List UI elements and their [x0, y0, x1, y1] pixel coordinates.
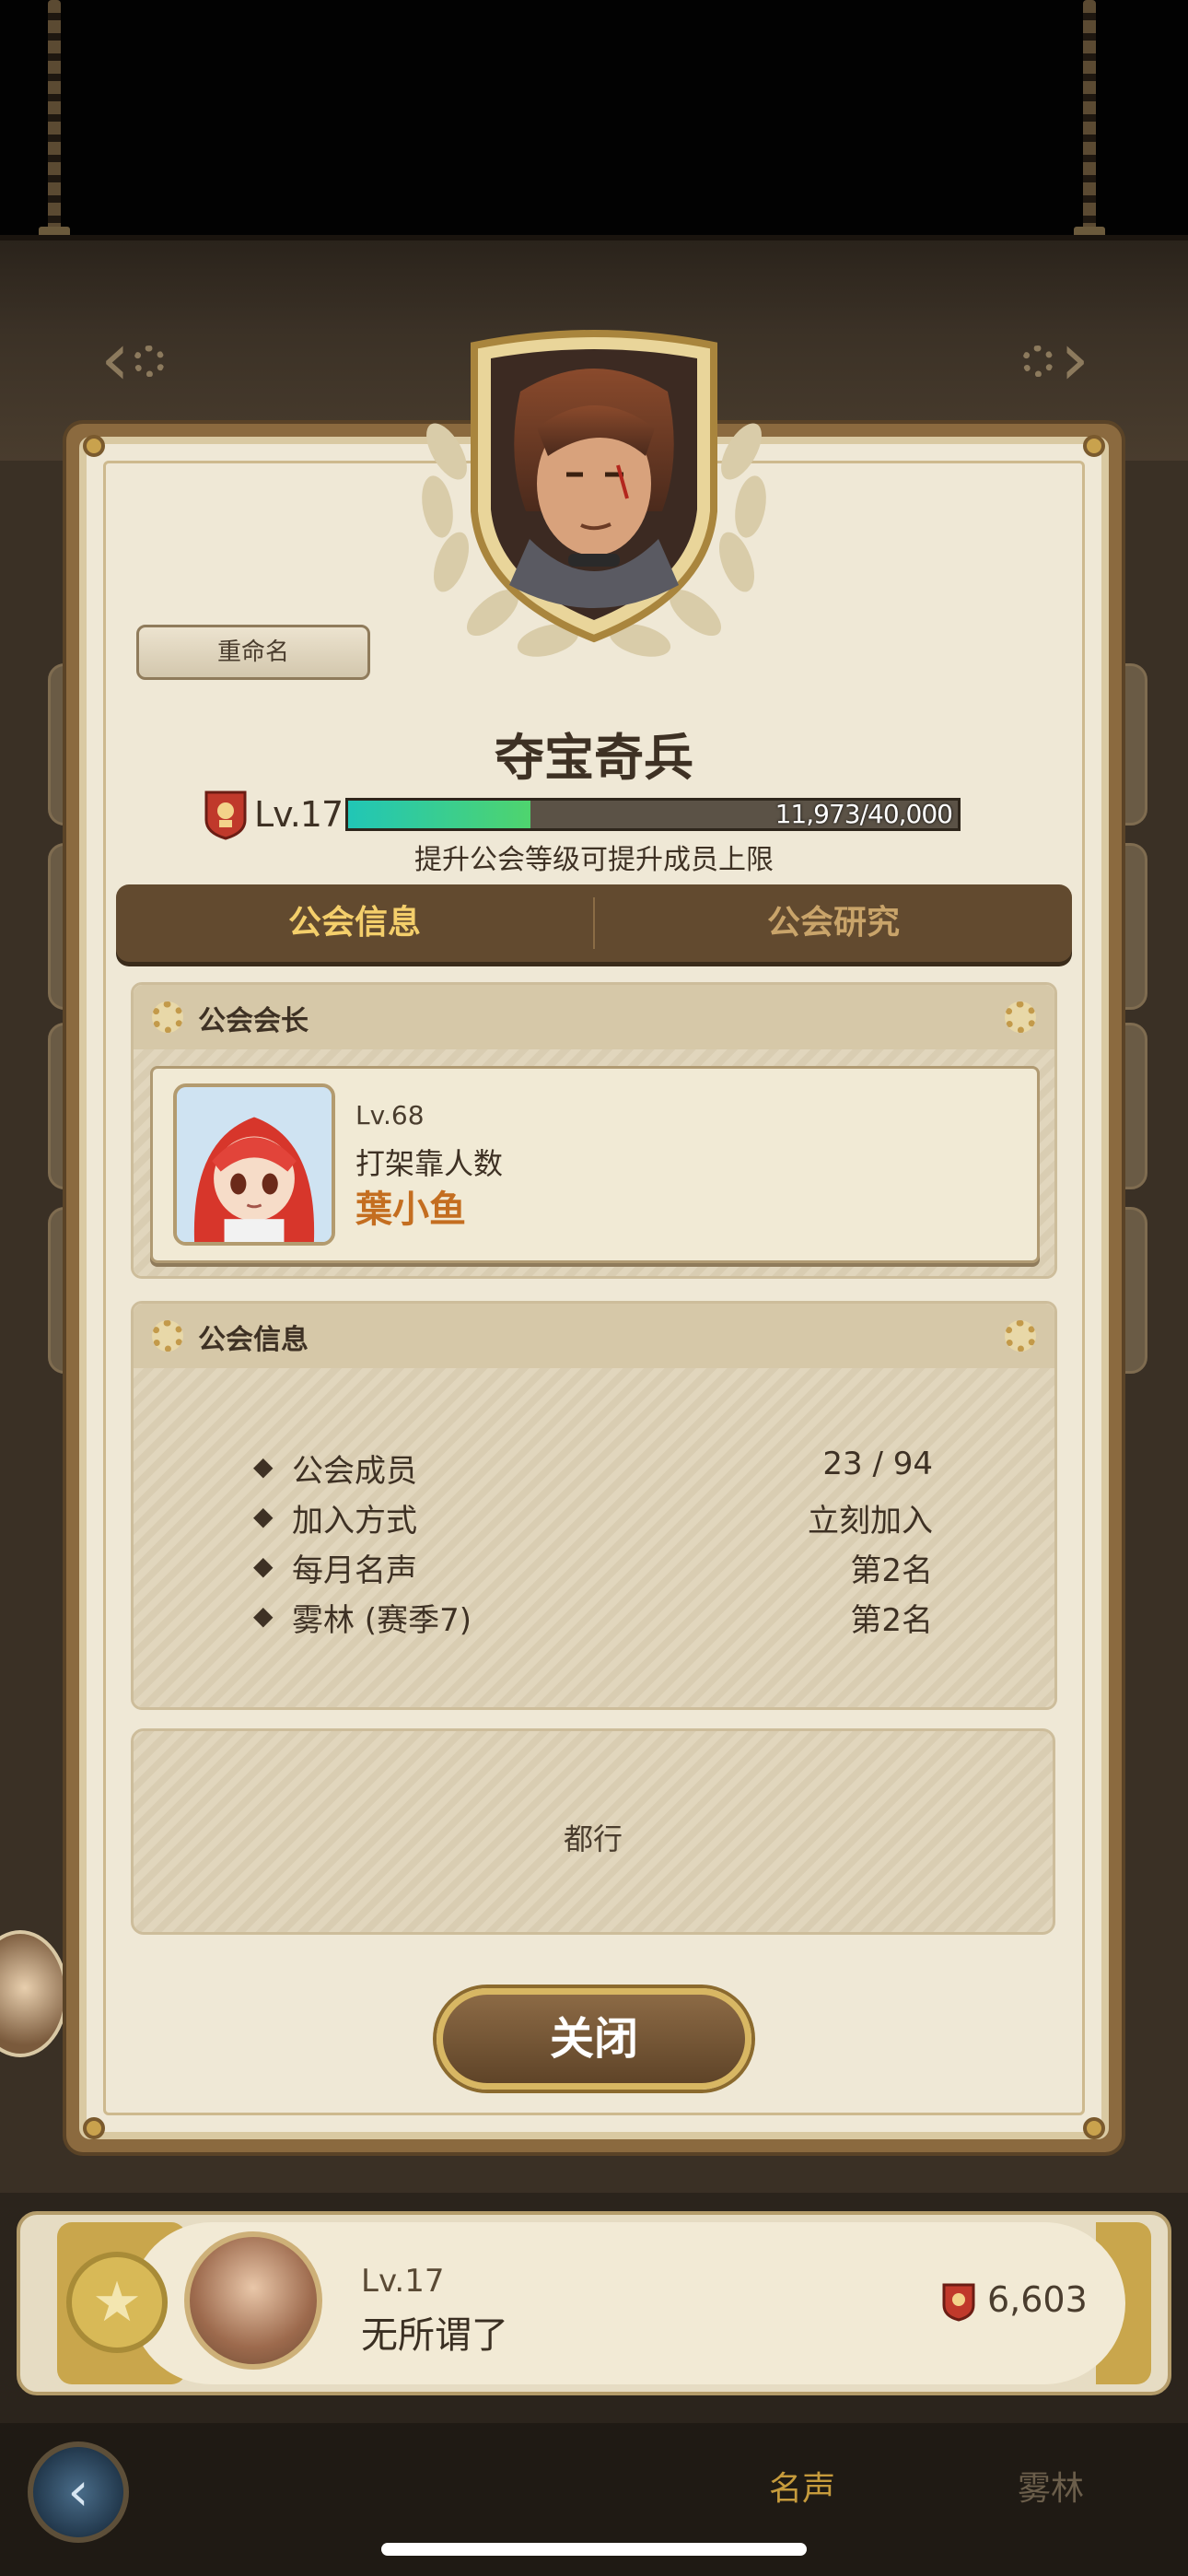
- avatar: [184, 2231, 322, 2370]
- corner-rivet: [83, 435, 105, 457]
- tab-fame[interactable]: 名声: [769, 2462, 835, 2510]
- guild-level-hint: 提升公会等级可提升成员上限: [414, 844, 774, 876]
- stat-row: ◆ 雾林 (赛季7) 第2名: [134, 1591, 1054, 1641]
- leader-name: 葉小鱼: [355, 1188, 466, 1231]
- leader-card[interactable]: Lv.68 打架靠人数 葉小鱼: [150, 1066, 1040, 1263]
- leader-section: 公会会长 Lv.68 打架靠人数 葉小鱼: [131, 982, 1057, 1279]
- leader-level: Lv.68: [355, 1100, 425, 1130]
- tab-mist[interactable]: 雾林: [1018, 2462, 1084, 2510]
- back-arrow-icon[interactable]: ‹: [28, 2441, 129, 2543]
- hanging-chain-left: [48, 0, 61, 230]
- stat-label: 公会成员: [292, 1453, 417, 1490]
- hanging-chain-right: [1083, 0, 1096, 230]
- guild-notice: 都行: [131, 1728, 1055, 1935]
- leader-title: 打架靠人数: [355, 1146, 504, 1181]
- diamond-bullet-icon: ◆: [253, 1501, 274, 1531]
- member-level: Lv.17: [361, 2263, 445, 2300]
- member-name: 无所谓了: [361, 2314, 508, 2357]
- avatar: [173, 1083, 335, 1246]
- info-section: 公会信息 ◆ 公会成员 23 / 94 ◆ 加入方式 立刻加入 ◆ 每月名声 第…: [131, 1301, 1057, 1710]
- member-fame-value: 6,603: [987, 2279, 1088, 2320]
- tab-guild-info[interactable]: 公会信息: [116, 884, 593, 962]
- home-indicator[interactable]: [381, 2543, 807, 2556]
- corner-rivet: [1083, 2117, 1105, 2139]
- guild-emblem: [471, 330, 717, 643]
- member-row[interactable]: ★ Lv.17 无所谓了 6,603: [17, 2211, 1171, 2395]
- gear-icon: [1005, 1001, 1036, 1033]
- corner-rivet: [1083, 435, 1105, 457]
- star-icon: ★: [66, 2252, 168, 2353]
- corner-rivet: [83, 2117, 105, 2139]
- guild-level-badge-icon: [204, 790, 247, 840]
- top-background: [0, 0, 1188, 235]
- guild-level: Lv.17: [254, 794, 344, 835]
- guild-notice-text: 都行: [563, 1821, 623, 1856]
- tab-guild-research[interactable]: 公会研究: [595, 884, 1072, 962]
- rename-button[interactable]: 重命名: [136, 625, 370, 680]
- gear-icon: [152, 1320, 183, 1352]
- guild-name: 夺宝奇兵: [495, 729, 693, 787]
- guild-xp-fill: [348, 801, 531, 828]
- stat-row: ◆ 公会成员 23 / 94: [134, 1442, 1054, 1492]
- info-section-title: 公会信息: [198, 1324, 309, 1356]
- stat-label: 雾林 (赛季7): [292, 1602, 472, 1639]
- close-button[interactable]: 关闭: [437, 1988, 751, 2090]
- fame-icon: [942, 2283, 975, 2322]
- gear-icon: [152, 1001, 183, 1033]
- stat-value: 立刻加入: [808, 1503, 933, 1540]
- modal-tab-bar: 公会信息 公会研究: [116, 884, 1072, 962]
- stat-label: 每月名声: [292, 1552, 417, 1589]
- stat-row: ◆ 每月名声 第2名: [134, 1541, 1054, 1591]
- guild-xp-text: 11,973/40,000: [775, 799, 953, 829]
- diamond-bullet-icon: ◆: [253, 1451, 274, 1481]
- stat-value: 第2名: [850, 1552, 933, 1589]
- gear-icon: [134, 345, 165, 377]
- stat-value: 23 / 94: [822, 1446, 933, 1482]
- leader-section-title: 公会会长: [198, 1005, 309, 1037]
- diamond-bullet-icon: ◆: [253, 1551, 274, 1581]
- guild-xp-bar: 11,973/40,000: [345, 798, 961, 831]
- chevron-right-icon[interactable]: ›: [1033, 318, 1116, 401]
- stat-row: ◆ 加入方式 立刻加入: [134, 1492, 1054, 1541]
- stat-value: 第2名: [850, 1602, 933, 1639]
- diamond-bullet-icon: ◆: [253, 1600, 274, 1631]
- gear-icon: [1005, 1320, 1036, 1352]
- stat-label: 加入方式: [292, 1503, 417, 1540]
